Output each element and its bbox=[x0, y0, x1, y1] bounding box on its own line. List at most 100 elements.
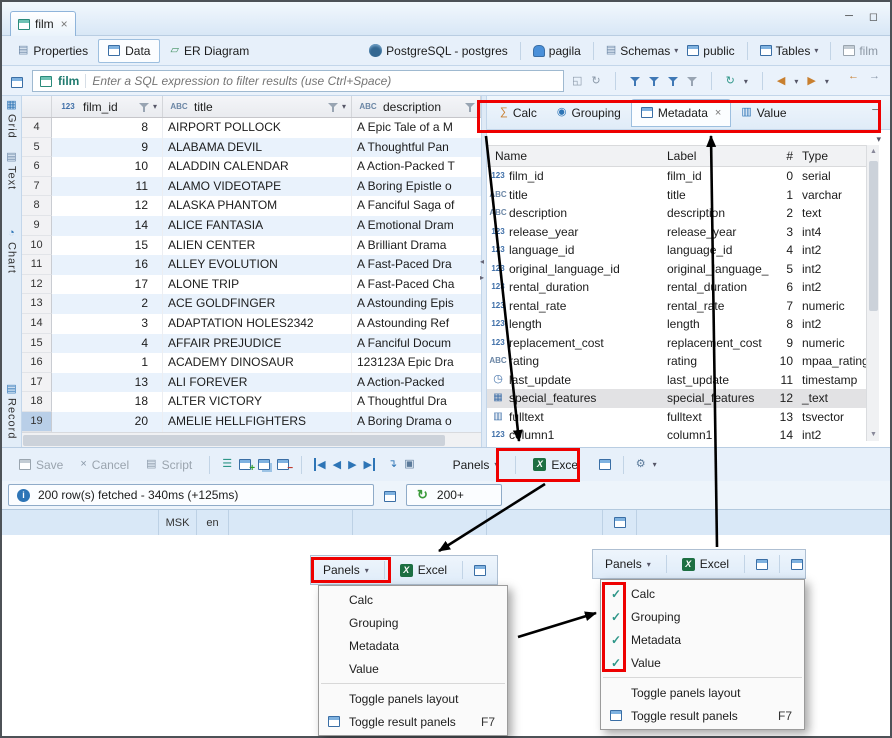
metadata-row[interactable]: rating rating 10 mpaa_rating bbox=[487, 352, 866, 371]
cell-film-id[interactable]: 3 bbox=[52, 314, 163, 334]
breadcrumb-tables[interactable]: Tables ▾ bbox=[758, 44, 821, 58]
next-row-icon[interactable]: ▶ bbox=[348, 458, 356, 471]
table-row[interactable]: 14 3 ADAPTATION HOLES2342 A Astounding R… bbox=[22, 314, 481, 334]
presentation-tab-grid[interactable]: ▦ Grid bbox=[2, 100, 21, 139]
custom-filter-icon[interactable] bbox=[11, 77, 23, 88]
column-type[interactable]: varchar bbox=[793, 186, 859, 205]
scrollbar-thumb[interactable] bbox=[869, 161, 878, 311]
column-type[interactable]: _text bbox=[793, 389, 859, 408]
tab-er-diagram[interactable]: ▱ ER Diagram bbox=[160, 39, 259, 63]
fetch-more-button[interactable]: ↻ 200+ bbox=[406, 484, 502, 506]
menu-item[interactable]: ✓ Calc bbox=[319, 588, 507, 611]
cell-title[interactable]: ACE GOLDFINGER bbox=[163, 294, 352, 314]
column-name-cell[interactable]: description bbox=[487, 204, 667, 223]
duplicate-row-icon[interactable] bbox=[258, 459, 270, 470]
column-filter-icon[interactable] bbox=[328, 102, 338, 112]
panel-menu-chevron-icon[interactable]: ▾ bbox=[876, 134, 881, 145]
cell-title[interactable]: ALASKA PHANTOM bbox=[163, 196, 352, 216]
cancel-button[interactable]: × Cancel bbox=[75, 455, 134, 475]
metadata-row[interactable]: special_features special_features 12 _te… bbox=[487, 389, 866, 408]
column-type[interactable]: tsvector bbox=[793, 408, 859, 427]
grid-corner-cell[interactable] bbox=[22, 96, 52, 117]
minimize-icon[interactable]: ─ bbox=[845, 10, 853, 23]
column-name-cell[interactable]: rental_rate bbox=[487, 297, 667, 316]
column-name-cell[interactable]: replacement_cost bbox=[487, 334, 667, 353]
menu-item[interactable]: ✓ Grouping bbox=[601, 605, 804, 628]
table-row[interactable]: 18 18 ALTER VICTORY A Thoughtful Dra bbox=[22, 392, 481, 412]
table-row[interactable]: 8 12 ALASKA PHANTOM A Fanciful Saga of bbox=[22, 196, 481, 216]
horizontal-scrollbar[interactable] bbox=[22, 432, 481, 447]
panel-tab-value[interactable]: ▥ Value bbox=[731, 99, 796, 127]
refresh-icon[interactable]: ↻ bbox=[591, 76, 600, 87]
column-ordinal[interactable]: 3 bbox=[769, 223, 793, 242]
row-number[interactable]: 10 bbox=[22, 236, 52, 256]
menu-item[interactable]: ✓ Value bbox=[601, 651, 804, 674]
column-name-cell[interactable]: fulltext bbox=[487, 408, 667, 427]
expand-icon[interactable]: ◱ bbox=[572, 76, 582, 87]
table-row[interactable]: 4 8 AIRPORT POLLOCK A Epic Tale of a M bbox=[22, 118, 481, 138]
cell-description[interactable]: A Fast-Paced Dra bbox=[352, 255, 481, 275]
value-panel-icon[interactable] bbox=[384, 491, 396, 502]
close-icon[interactable]: × bbox=[61, 17, 68, 31]
cell-title[interactable]: ALADDIN CALENDAR bbox=[163, 157, 352, 177]
column-type[interactable]: numeric bbox=[793, 297, 859, 316]
column-type[interactable]: int4 bbox=[793, 223, 859, 242]
edit-value-icon[interactable]: ☰ bbox=[222, 459, 232, 470]
menu-item[interactable]: ✓ Grouping bbox=[319, 611, 507, 634]
column-ordinal[interactable]: 12 bbox=[769, 389, 793, 408]
scroll-up-icon[interactable]: ▲ bbox=[867, 148, 880, 155]
cell-title[interactable]: ALLEY EVOLUTION bbox=[163, 255, 352, 275]
column-ordinal[interactable]: 8 bbox=[769, 315, 793, 334]
panel-tab-calc[interactable]: ∑ Calc bbox=[490, 99, 547, 127]
cell-film-id[interactable]: 2 bbox=[52, 294, 163, 314]
cell-film-id[interactable]: 16 bbox=[52, 255, 163, 275]
excel-button[interactable]: Excel bbox=[528, 455, 585, 475]
cell-film-id[interactable]: 12 bbox=[52, 196, 163, 216]
column-label[interactable]: film_id bbox=[667, 167, 769, 186]
cell-title[interactable]: ALAMO VIDEOTAPE bbox=[163, 177, 352, 197]
menu-item[interactable]: ✓ Metadata bbox=[601, 628, 804, 651]
column-name-cell[interactable]: special_features bbox=[487, 389, 667, 408]
metadata-row[interactable]: original_language_id original_language_i… bbox=[487, 260, 866, 279]
row-number[interactable]: 17 bbox=[22, 373, 52, 393]
editor-tab-film[interactable]: film × bbox=[10, 11, 76, 36]
save-button[interactable]: Save bbox=[14, 455, 68, 475]
cell-title[interactable]: ALI FOREVER bbox=[163, 373, 352, 393]
column-name-cell[interactable]: language_id bbox=[487, 241, 667, 260]
column-name-cell[interactable]: title bbox=[487, 186, 667, 205]
cell-description[interactable]: A Boring Drama o bbox=[352, 412, 481, 432]
cell-title[interactable]: ADAPTATION HOLES2342 bbox=[163, 314, 352, 334]
column-label[interactable]: description bbox=[667, 204, 769, 223]
column-type[interactable]: serial bbox=[793, 167, 859, 186]
cell-film-id[interactable]: 4 bbox=[52, 334, 163, 354]
tab-data[interactable]: Data bbox=[98, 39, 160, 63]
column-ordinal[interactable]: 5 bbox=[769, 260, 793, 279]
excel-button[interactable]: Excel bbox=[396, 561, 451, 579]
menu-item-toggle-result-panels[interactable]: Toggle result panels F7 bbox=[601, 704, 804, 727]
column-type[interactable]: int2 bbox=[793, 315, 859, 334]
row-number[interactable]: 12 bbox=[22, 275, 52, 295]
breadcrumb-database[interactable]: pagila bbox=[531, 44, 583, 58]
breadcrumb-film[interactable]: film bbox=[841, 44, 880, 58]
column-label[interactable]: column1 bbox=[667, 426, 769, 445]
close-icon[interactable]: × bbox=[715, 107, 721, 119]
goto-row-icon[interactable]: ↴ bbox=[388, 459, 397, 470]
row-number[interactable]: 9 bbox=[22, 216, 52, 236]
cell-title[interactable]: ALONE TRIP bbox=[163, 275, 352, 295]
table-row[interactable]: 9 14 ALICE FANTASIA A Emotional Dram bbox=[22, 216, 481, 236]
cell-description[interactable]: A Action-Packed bbox=[352, 373, 481, 393]
cell-title[interactable]: AMELIE HELLFIGHTERS bbox=[163, 412, 352, 432]
add-row-icon[interactable] bbox=[239, 459, 251, 470]
column-ordinal[interactable]: 4 bbox=[769, 241, 793, 260]
cell-film-id[interactable]: 10 bbox=[52, 157, 163, 177]
maximize-icon[interactable]: ◻ bbox=[869, 10, 878, 23]
cell-title[interactable]: ALABAMA DEVIL bbox=[163, 138, 352, 158]
column-ordinal[interactable]: 1 bbox=[769, 186, 793, 205]
cell-description[interactable]: A Fanciful Saga of bbox=[352, 196, 481, 216]
menu-item[interactable]: ✓ Value bbox=[319, 657, 507, 680]
cell-film-id[interactable]: 11 bbox=[52, 177, 163, 197]
first-row-icon[interactable]: ◀ bbox=[314, 458, 325, 471]
cell-title[interactable]: ALICE FANTASIA bbox=[163, 216, 352, 236]
cell-description[interactable]: A Thoughtful Pan bbox=[352, 138, 481, 158]
table-row[interactable]: 19 20 AMELIE HELLFIGHTERS A Boring Drama… bbox=[22, 412, 481, 432]
